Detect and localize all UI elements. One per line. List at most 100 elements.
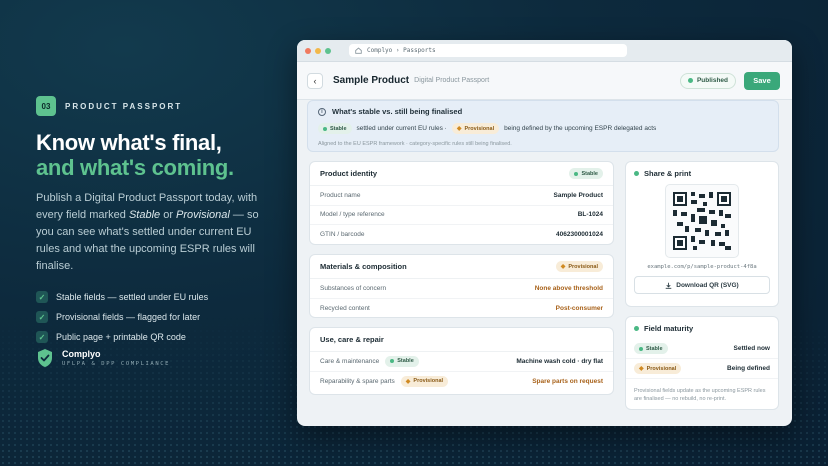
download-label: Download QR (SVG) [676,281,739,289]
card-title: Field maturity [644,323,694,333]
badge-label: Stable [646,345,663,352]
field-row[interactable]: Substances of concern None above threshol… [310,279,613,299]
headline-line1: Know what's final, [36,130,222,155]
stable-badge: Stable [318,123,352,134]
save-button[interactable]: Save [744,71,780,90]
provisional-badge: ◆ Provisional [634,363,682,374]
brand-name: Complyo [62,349,101,359]
field-row[interactable]: Recycled content Post-consumer [310,299,613,319]
app-window: Complyo › Passports ‹ Sample Product Dig… [297,40,792,426]
card-title: Share & print [644,168,692,178]
headline-line2: and what's coming. [36,155,234,180]
browser-titlebar: Complyo › Passports [297,40,792,62]
feature-item: ✓ Provisional fields — flagged for later [36,311,266,323]
close-window-icon[interactable] [305,47,311,54]
field-value: BL-1024 [577,211,603,219]
section-dot-icon [634,170,639,176]
product-identity-card: Product identity Stable Product name Sampl… [309,161,614,245]
feature-list: ✓ Stable fields — settled under EU rules … [36,291,266,343]
field-row[interactable]: Product name Sample Product [310,186,613,206]
headline: Know what's final, and what's coming. [36,130,266,180]
shield-check-icon [38,349,52,367]
check-icon: ✓ [36,331,48,343]
step-label: PRODUCT PASSPORT [65,101,183,111]
address-text: Complyo › Passports [367,47,436,54]
maturity-row: ◆ Provisional Being defined [626,359,778,379]
field-row[interactable]: Reparability & spare parts ◆ Provisional Sp… [310,372,613,392]
field-value: 4062300001024 [556,231,603,239]
qr-code-icon [673,192,731,250]
field-value: Sample Product [553,191,603,199]
field-row[interactable]: Care & maintenance Stable Machine wash col… [310,352,613,372]
step-indicator: 03 PRODUCT PASSPORT [36,96,266,116]
card-title: Materials & composition [320,262,407,271]
field-maturity-card: Field maturity Stable Settled now ◆ Provis… [625,316,779,410]
field-label: GTIN / barcode [320,231,365,239]
badge-label: Stable [581,170,598,177]
info-title: What's stable vs. still being finalised [332,107,463,116]
qr-code [665,184,739,258]
provisional-description: being defined by the upcoming ESPR deleg… [504,125,657,132]
provisional-badge: ◆ Provisional [451,123,500,134]
feature-label: Stable fields — settled under EU rules [56,292,209,302]
info-note: Aligned to the EU ESPR framework · categ… [318,141,512,147]
stable-description: settled under current EU rules · [356,125,447,132]
badge-label: Stable [397,358,414,365]
back-button[interactable]: ‹ [307,72,323,89]
stable-badge: Stable [385,355,419,367]
field-row[interactable]: Model / type reference BL-1024 [310,206,613,225]
download-qr-button[interactable]: Download QR (SVG) [634,276,770,294]
field-label: Care & maintenance [320,357,380,365]
maximize-window-icon[interactable] [325,47,331,54]
feature-item: ✓ Public page + printable QR code [36,331,266,343]
badge-label: Stable [330,125,347,132]
page-header: ‹ Sample Product Digital Product Passpor… [297,62,792,100]
info-icon: i [318,107,326,116]
feature-label: Provisional fields — flagged for later [56,312,201,322]
stable-badge: Stable [569,168,603,179]
maturity-row: Stable Settled now [626,339,778,359]
provisional-badge: ◆ Provisional [400,375,449,387]
card-title: Product identity [320,169,378,178]
field-value: Spare parts on request [532,377,603,385]
maturity-value: Being defined [727,365,770,372]
desc-stable: Stable [128,209,161,221]
status-badge: Published [679,72,736,89]
public-url[interactable]: example.com/p/sample-product-4f8a [626,264,778,270]
care-repair-card: Use, care & repair Care & maintenance Sta… [309,327,614,395]
page-title: Sample Product [333,75,410,86]
materials-card: Materials & composition ◆ Provisional Subs… [309,254,614,318]
badge-label: Provisional [464,125,495,132]
field-value: Post-consumer [555,304,603,312]
section-dot-icon [634,325,639,331]
field-row[interactable]: GTIN / barcode 4062300001024 [310,225,613,245]
stable-badge: Stable [634,343,668,354]
check-icon: ✓ [36,311,48,323]
home-icon [355,47,362,54]
page-subtitle: Digital Product Passport [414,77,490,84]
badge-label: Provisional [413,378,444,385]
feature-item: ✓ Stable fields — settled under EU rules [36,291,266,303]
hero-panel: 03 PRODUCT PASSPORT Know what's final, a… [36,96,266,351]
description: Publish a Digital Product Passport today… [36,190,266,275]
desc-provisional: Provisional [176,209,230,221]
minimize-window-icon[interactable] [315,47,321,54]
field-label: Reparability & spare parts [320,377,395,385]
status-label: Published [696,77,728,84]
chevron-left-icon: ‹ [313,75,317,86]
provisional-badge: ◆ Provisional [555,261,603,272]
status-dot-icon [687,78,693,83]
field-label: Substances of concern [320,284,387,292]
brand-logo: Complyo UFLPA & DPP COMPLIANCE [36,348,170,368]
step-number: 03 [36,96,56,116]
info-banner: i What's stable vs. still being finalised… [307,100,779,152]
download-icon [665,282,672,289]
brand-tagline: UFLPA & DPP COMPLIANCE [62,361,171,367]
badge-label: Provisional [646,365,677,372]
maturity-value: Settled now [733,345,770,352]
field-label: Product name [320,191,361,199]
address-bar[interactable]: Complyo › Passports [349,44,627,57]
field-label: Recycled content [320,304,370,312]
desc-or: or [160,209,177,221]
field-value: Machine wash cold · dry flat [516,357,603,365]
